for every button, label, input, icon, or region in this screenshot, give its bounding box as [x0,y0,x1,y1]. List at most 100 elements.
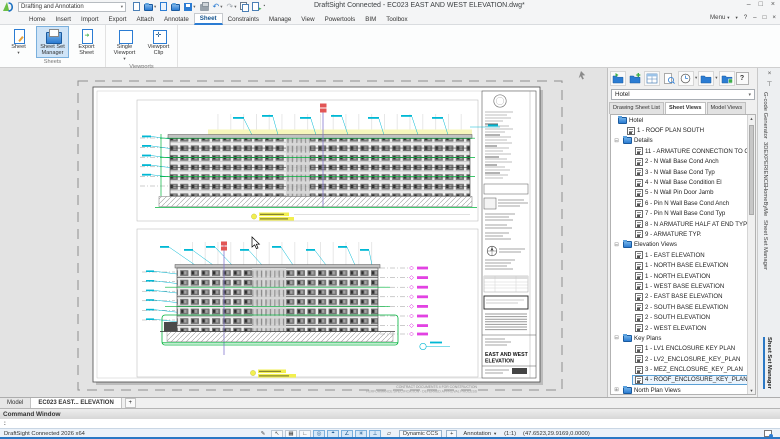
tree-item[interactable]: 2 - WEST ELEVATION [611,323,755,333]
ssm-tab-model-views[interactable]: Model Views [707,102,747,114]
canvas-pointer-widget[interactable] [579,71,586,80]
doc-restore-icon[interactable]: □ [763,14,767,21]
open-drawing-icon[interactable] [698,71,714,86]
menu-tab-sheet[interactable]: Sheet [194,13,223,25]
doc-close-icon[interactable]: × [772,14,776,21]
menu-tab-import[interactable]: Import [76,13,104,25]
tab-model[interactable]: Model [0,398,31,408]
insert-view-icon[interactable] [719,71,735,86]
doc-minimize-icon[interactable]: – [753,14,756,21]
new-sheet-set-icon[interactable] [627,71,643,86]
scroll-down-icon[interactable]: ▼ [748,388,755,393]
tree-item[interactable]: 2 - N Wall Base Cond Anch [611,157,755,167]
menu-tab-attach[interactable]: Attach [131,13,159,25]
tree-scrollbar[interactable]: ▲ ▼ [747,115,755,394]
scrollbar-thumb[interactable] [749,125,754,215]
tree-item[interactable]: 2 - LV2_ENCLOSURE_KEY_PLAN [611,354,755,364]
tree-item[interactable]: 2 - SOUTH BASE ELEVATION [611,302,755,312]
expand-icon[interactable]: ⊞ [613,387,620,393]
print-icon[interactable] [200,2,209,11]
tree-folder[interactable]: ⊟Key Plans [611,333,755,343]
tree-item[interactable]: 1 - NORTH ELEVATION [611,271,755,281]
collapse-icon[interactable]: ⊟ [613,335,620,341]
ssm-tab-sheet-views[interactable]: Sheet Views [665,102,706,114]
add-sheet-icon[interactable]: + [125,398,136,408]
dock-tab-active-sheet-set-manager[interactable]: Sheet Set Manager [763,337,772,389]
tree-item[interactable]: 6 - Pin N Wall Base Cond Anch [611,198,755,208]
menu-tab-home[interactable]: Home [24,13,51,25]
sheet-set-manager-button[interactable]: Sheet Set Manager [36,26,69,58]
tree-item[interactable]: 1 - LV1 ENCLOSURE KEY PLAN [611,344,755,354]
help-icon[interactable]: ? [744,14,747,21]
tab-active-sheet[interactable]: EC023 EAST... ELEVATION [31,398,121,408]
sheet-button[interactable]: Sheet▾ [2,26,35,58]
tree-item[interactable]: 3 - N Wall Base Cond Typ [611,167,755,177]
menu-tab-export[interactable]: Export [104,13,132,25]
drawing-canvas[interactable]: EAST AND WEST ELEVATION [0,68,607,397]
restore-icon[interactable]: □ [759,1,763,8]
export-sheet-button[interactable]: Export Sheet [70,26,103,58]
open-sheet-set-icon[interactable] [610,71,626,86]
tree-item[interactable]: 9 - ARMATURE TYP. [611,229,755,239]
sheet-set-selector[interactable]: Hotel ▾ [611,89,755,100]
toolbar-overflow-icon[interactable]: ▪ [263,2,265,11]
tree-item[interactable]: 4 - N Wall Base Condition El [611,177,755,187]
import-document-icon[interactable] [160,2,167,11]
tree-item[interactable]: 3 - MEZ_ENCLOSURE_KEY_PLAN [611,364,755,374]
workspace-selector[interactable]: Drafting and Annotation ▾ [18,2,126,12]
redo-icon[interactable]: ↷▾ [227,2,237,11]
tree-folder[interactable]: Hotel [611,115,755,125]
menu-tab-view[interactable]: View [296,13,319,25]
tree-item[interactable]: 1 - EAST ELEVATION [611,250,755,260]
minimize-icon[interactable]: – [747,1,751,8]
save-icon[interactable]: ▾ [184,3,195,11]
tree-item[interactable]: 2 - SOUTH ELEVATION [611,312,755,322]
new-document-icon[interactable] [133,2,140,11]
collapse-icon[interactable]: ⊟ [613,242,620,248]
open-folder-icon[interactable] [171,2,180,11]
dock-tab-3dexperience[interactable]: 3DEXPERIENCE [762,142,768,187]
tree-item[interactable]: 4 - ROOF_ENCLOSURE_KEY_PLAN [611,375,755,385]
menu-tab-toolbox[interactable]: Toolbox [381,13,412,25]
tree-item[interactable]: 2 - EAST BASE ELEVATION [611,292,755,302]
sheet-properties-icon[interactable] [644,71,660,86]
single-viewport-button[interactable]: Single Viewport▾ [108,26,141,63]
collapse-icon[interactable]: ⊟ [613,138,620,144]
menu-tab-manage[interactable]: Manage [264,13,296,25]
tree-item[interactable]: 7 - Pin N Wall Base Cond Typ [611,209,755,219]
dock-tab-sheet-set-manager[interactable]: Sheet Set Manager [762,220,768,270]
tree-folder[interactable]: ⊟Elevation Views [611,240,755,250]
dock-tab-homebyme[interactable]: HomeByMe [762,186,768,216]
menu-tab-powertools[interactable]: Powertools [320,13,361,25]
panel-close-icon[interactable]: × [758,70,780,77]
close-icon[interactable]: × [771,1,775,8]
tree-item[interactable]: 5 - N Wall Pin Door Jamb [611,188,755,198]
panel-pin-icon[interactable]: ⊤ [758,80,780,88]
ribbon-collapse-icon[interactable]: ▾ [735,15,737,21]
help-icon[interactable]: ? [736,72,749,85]
command-input[interactable]: : [0,419,780,428]
menu-tab-constraints[interactable]: Constraints [223,13,264,25]
menu-tab-annotate[interactable]: Annotate [159,13,194,25]
recent-sheet-sets-icon[interactable] [678,71,694,86]
notification-icon[interactable] [764,430,772,437]
tree-item[interactable]: 11 - ARMATURE CONNECTION TO COLUMN [611,146,755,156]
tree-folder[interactable]: ⊟Details [611,136,755,146]
ssm-tab-drawing-sheet-list[interactable]: Drawing Sheet List [609,102,664,114]
menu-tab-insert[interactable]: Insert [51,13,76,25]
tree-item[interactable]: 1 - ROOF PLAN SOUTH [611,125,755,135]
preview-icon[interactable] [661,71,677,86]
open-document-icon[interactable]: ▾ [144,2,156,11]
menu-button[interactable]: Menu ▾ [710,14,729,21]
share-icon[interactable] [252,2,259,11]
tree-folder[interactable]: ⊞North Plan Views [611,385,755,395]
command-window-header[interactable]: Command Window [0,408,780,419]
scroll-up-icon[interactable]: ▲ [748,116,755,121]
dock-tab-g-code-generator[interactable]: G-code Generator [762,92,768,139]
tree-item[interactable]: 1 - WEST BASE ELEVATION [611,281,755,291]
viewport-clip-button[interactable]: Viewport Clip [142,26,175,63]
undo-icon[interactable]: ↶▾ [213,2,223,11]
tree-item[interactable]: 8 - N ARMATURE HALF AT END TYP [611,219,755,229]
copy-sheet-icon[interactable] [240,2,248,11]
annotation-scale-dropdown[interactable]: Annotation ▼ [463,431,497,437]
